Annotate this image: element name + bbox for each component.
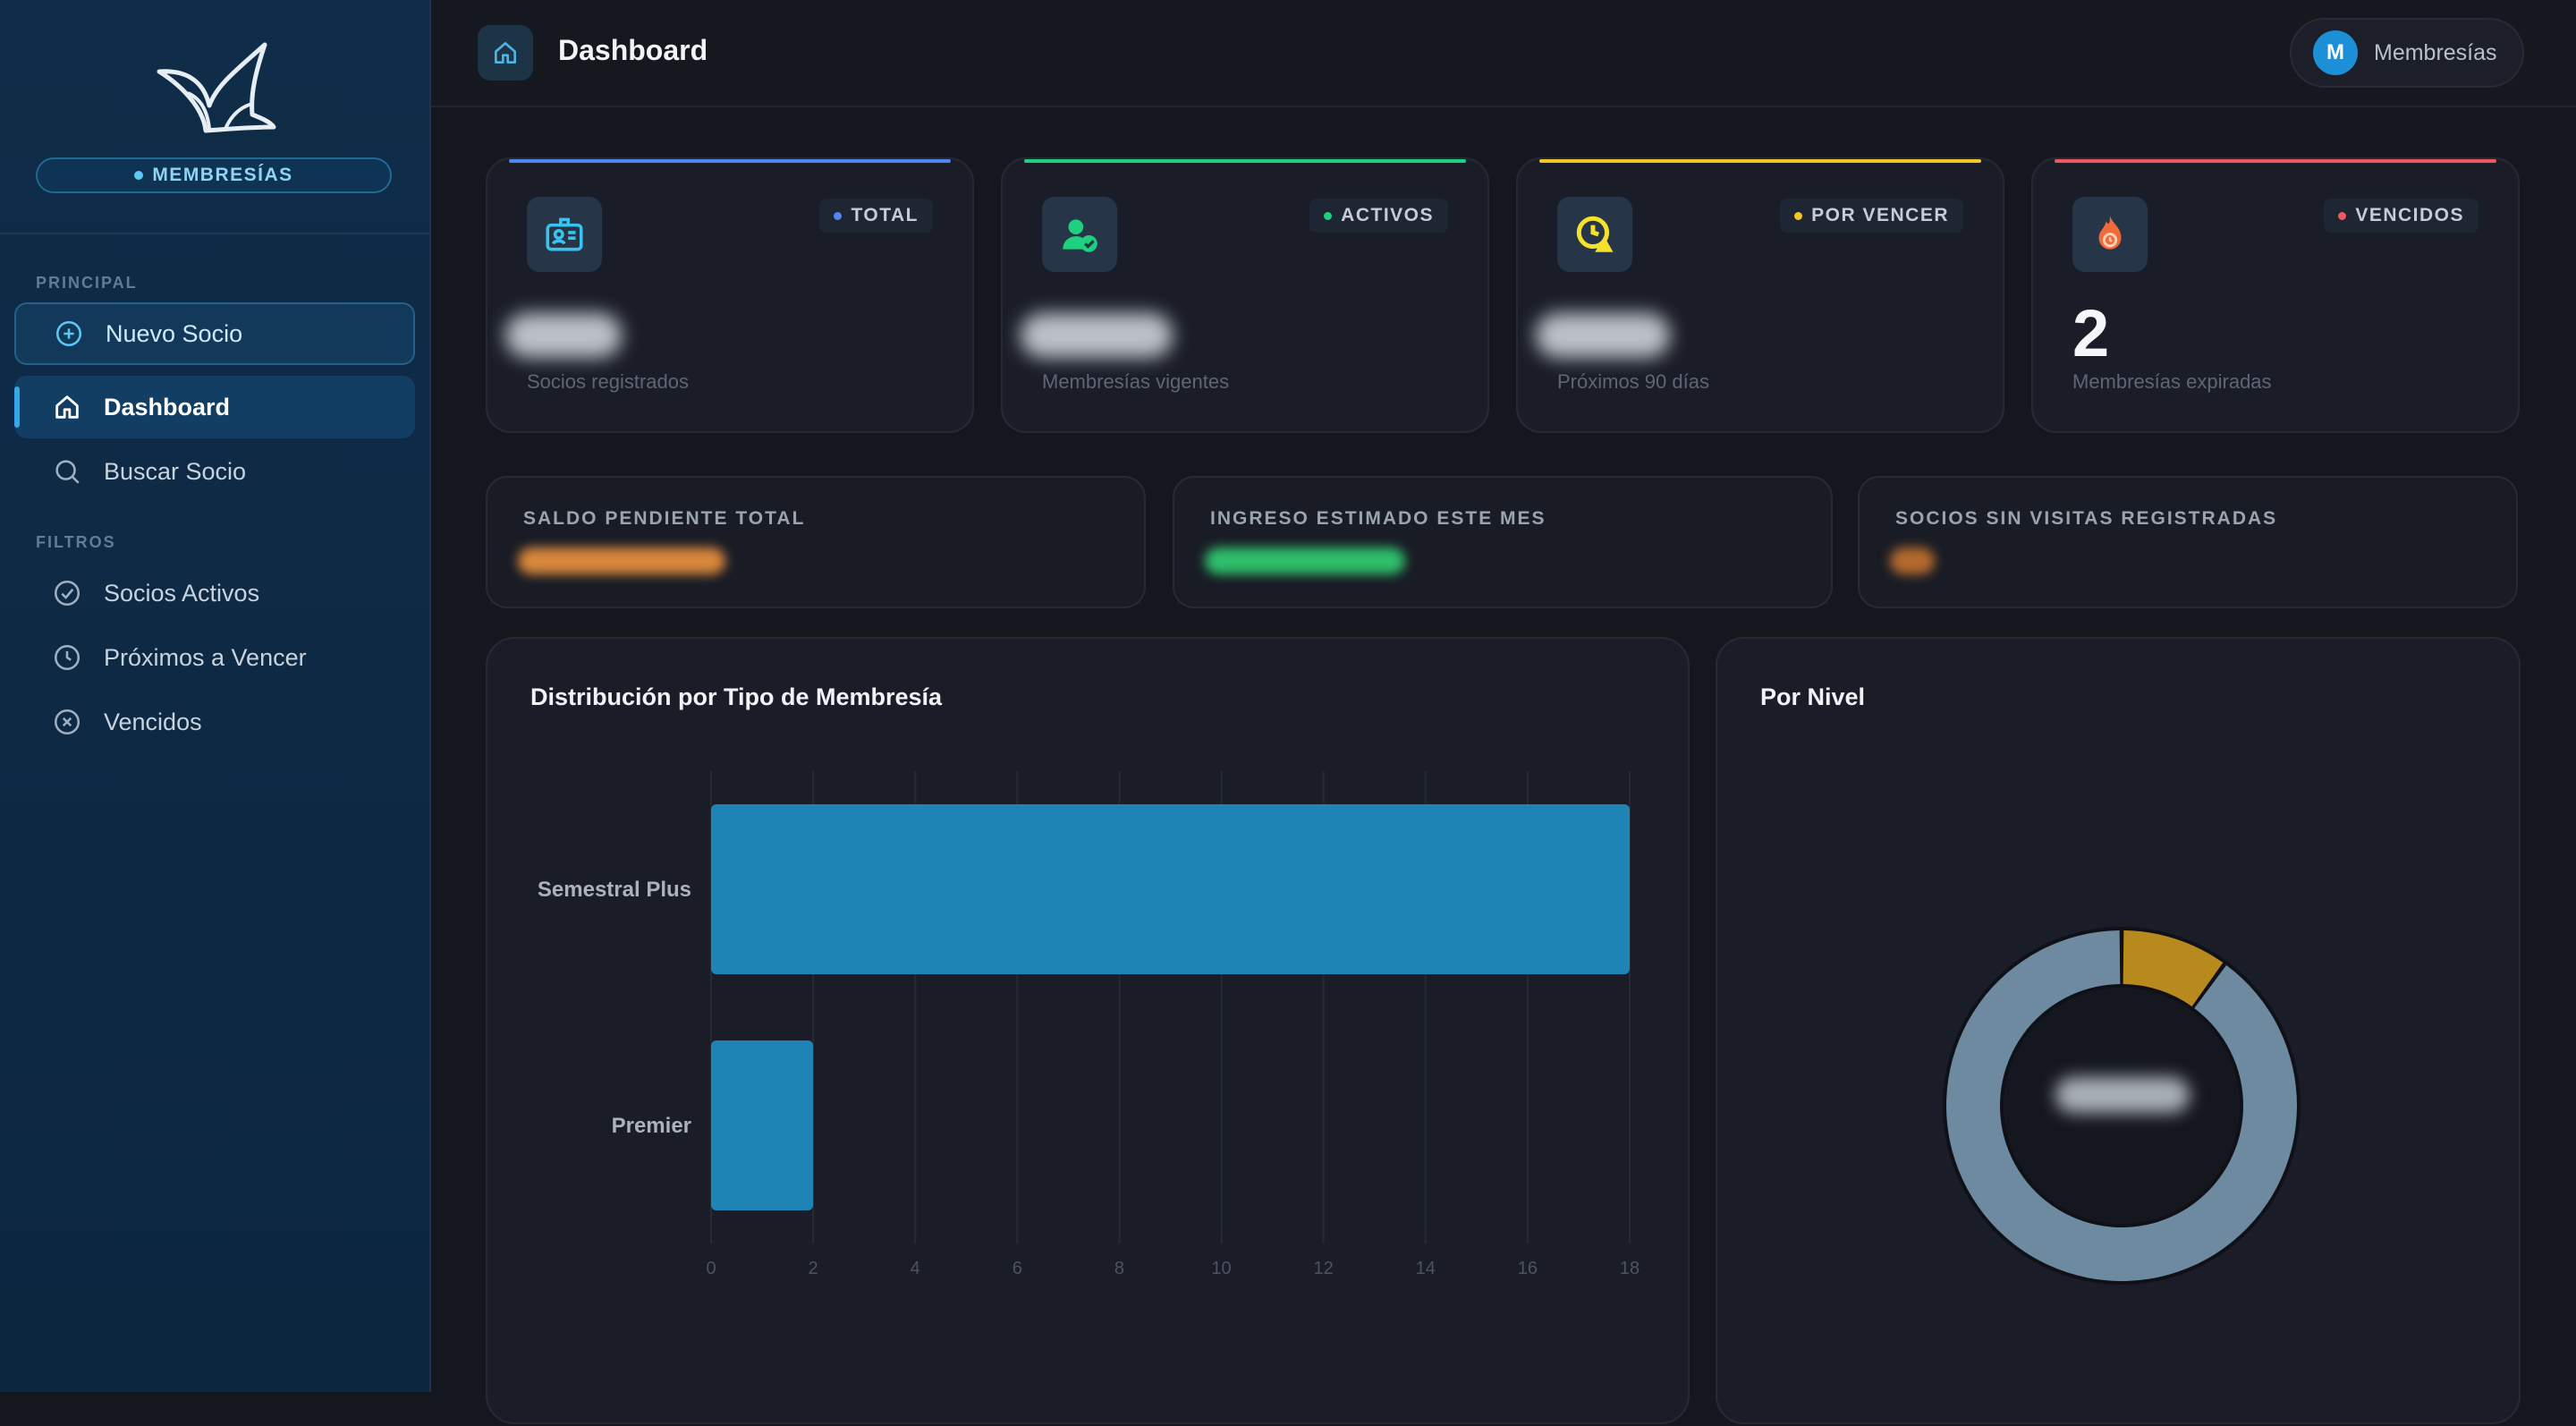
y-category-label: Semestral Plus [538,878,691,902]
plus-circle-icon [55,320,82,347]
nav-label: Dashboard [104,393,231,420]
brand-badge: MEMBRESÍAS [36,157,392,193]
tag-dot-icon [834,211,843,220]
x-tick-label: 0 [706,1259,716,1278]
bar-chart: 0 2 4 6 8 10 12 14 16 18 Semestral Plus Premier [538,771,1640,1278]
nav-label: Nuevo Socio [106,319,243,347]
stat-tag: POR VENCER [1780,199,1963,233]
bar-chart-panel: Distribución por Tipo de Membresía 0 2 4 6 8… [486,637,1690,1424]
x-tick-label: 10 [1211,1259,1231,1278]
sidebar-item-dashboard[interactable]: Dashboard [14,376,415,438]
stat-card-vencidos[interactable]: VENCIDOS 2 Membresías expiradas [2031,157,2520,433]
nav-label: Vencidos [104,708,202,735]
stat-tag: TOTAL [819,199,933,233]
tag-dot-icon [1324,211,1333,220]
stat-sub: Socios registrados [527,370,689,393]
card-accent-line [1024,159,1466,163]
sidebar: MEMBRESÍAS PRINCIPAL Nuevo Socio Dashboa… [0,0,431,1392]
redacted-value [1536,313,1670,358]
x-circle-icon [54,709,80,735]
nav-label: Buscar Socio [104,457,247,485]
x-tick-label: 2 [809,1259,818,1278]
donut-center-value [2055,1077,2190,1113]
donut-chart-panel: Por Nivel [1716,637,2521,1424]
mini-card-label: INGRESO ESTIMADO ESTE MES [1210,508,1546,529]
stat-tag-label: ACTIVOS [1341,205,1434,225]
home-icon [495,42,516,64]
check-circle-icon [54,580,80,607]
clock-icon [54,644,80,671]
stat-sub: Membresías expiradas [2072,370,2272,393]
sidebar-item-buscar-socio[interactable]: Buscar Socio [14,440,415,503]
redacted-value [1205,547,1405,574]
card-accent-line [1539,159,1981,163]
stat-tag-label: TOTAL [851,205,919,225]
flame-timer-icon [2072,197,2148,272]
tag-dot-icon [1794,211,1803,220]
home-button[interactable] [478,25,533,81]
x-tick-label: 6 [1013,1259,1022,1278]
brand-dot-icon [134,171,144,180]
mini-card-label: SALDO PENDIENTE TOTAL [523,508,806,529]
stat-card-por-vencer[interactable]: POR VENCER Próximos 90 días [1516,157,2004,433]
stat-sub: Próximos 90 días [1557,370,1709,393]
sidebar-divider [0,233,429,234]
bar[interactable] [711,803,1630,975]
sidebar-item-vencidos[interactable]: Vencidos [14,691,415,753]
home-icon [55,395,79,419]
donut-chart [1943,927,2301,1285]
stat-tag: VENCIDOS [2324,199,2479,233]
mini-card-label: SOCIOS SIN VISITAS REGISTRADAS [1895,508,2278,529]
tag-dot-icon [2338,211,2347,220]
user-check-icon [1042,197,1117,272]
section-label-principal: PRINCIPAL [36,274,138,292]
bar[interactable] [711,1040,814,1211]
ingreso-estimado-card: INGRESO ESTIMADO ESTE MES [1173,476,1833,608]
saldo-pendiente-card: SALDO PENDIENTE TOTAL [486,476,1146,608]
top-bar: Dashboard M Membresías [431,0,2576,107]
stat-tag-label: POR VENCER [1811,205,1949,225]
x-tick-label: 18 [1620,1259,1640,1278]
card-accent-line [509,159,951,163]
y-category-label: Premier [612,1114,691,1138]
redacted-value [505,313,622,358]
card-accent-line [2055,159,2496,163]
stat-tag-label: VENCIDOS [2355,205,2464,225]
stat-tag: ACTIVOS [1309,199,1448,233]
nuevo-socio-button[interactable]: Nuevo Socio [14,302,415,365]
search-icon [55,460,80,484]
page-title: Dashboard [558,34,708,66]
x-tick-label: 14 [1416,1259,1436,1278]
sidebar-item-proximos-a-vencer[interactable]: Próximos a Vencer [14,626,415,689]
redacted-value [518,547,725,574]
stat-value: 2 [2072,296,2110,370]
redacted-value [1021,313,1173,358]
x-tick-label: 4 [911,1259,920,1278]
alert-clock-icon [1557,197,1632,272]
socios-sin-visitas-card: SOCIOS SIN VISITAS REGISTRADAS [1858,476,2518,608]
user-name: Membresías [2374,39,2497,65]
bar-chart-title: Distribución por Tipo de Membresía [530,683,943,710]
avatar: M [2313,30,2358,75]
stat-card-total[interactable]: TOTAL Socios registrados [486,157,974,433]
x-tick-label: 12 [1314,1259,1334,1278]
redacted-value [1890,547,1935,574]
stat-sub: Membresías vigentes [1042,370,1230,393]
section-label-filtros: FILTROS [36,533,116,551]
nav-label: Próximos a Vencer [104,643,307,671]
sidebar-item-socios-activos[interactable]: Socios Activos [14,562,415,624]
id-card-icon [527,197,602,272]
brand-label: MEMBRESÍAS [152,165,293,185]
nav-label: Socios Activos [104,579,260,607]
stat-card-activos[interactable]: ACTIVOS Membresías vigentes [1001,157,1489,433]
x-tick-label: 16 [1518,1259,1538,1278]
x-tick-label: 8 [1114,1259,1124,1278]
bird-logo-icon [157,42,276,133]
user-menu-button[interactable]: M Membresías [2290,18,2524,88]
